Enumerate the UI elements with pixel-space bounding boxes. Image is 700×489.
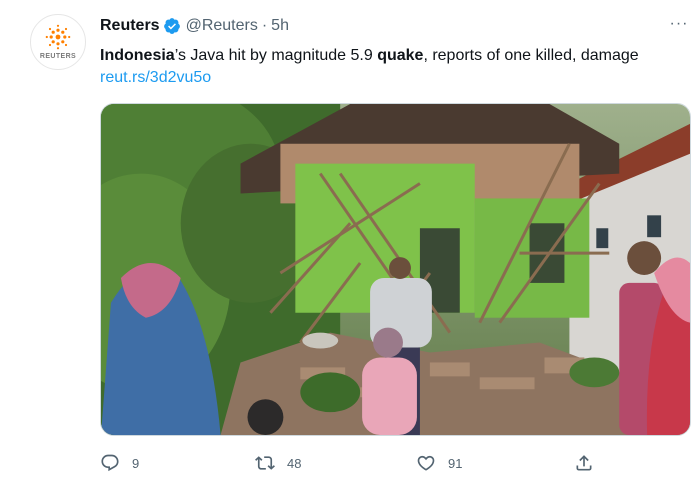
separator-dot: ·	[261, 17, 268, 34]
tweet-text-segment: ’s Java hit by magnitude 5.9	[174, 47, 378, 64]
keyword-quake: quake	[377, 47, 424, 64]
tweet-time[interactable]: 5h	[271, 17, 289, 35]
account-name[interactable]: Reuters	[100, 17, 160, 35]
tweet-card[interactable]: REUTERS Reuters @Reuters · 5h ··· Indone…	[0, 0, 700, 489]
tweet-header: Reuters @Reuters · 5h	[100, 15, 660, 37]
reply-count: 9	[132, 455, 140, 471]
verified-badge-icon	[163, 18, 180, 34]
tweet-text-segment-end: , reports of one killed, damage	[423, 47, 639, 64]
avatar-logo-text: REUTERS	[39, 53, 77, 60]
share-icon	[576, 455, 592, 471]
reuters-logo-icon	[45, 24, 71, 50]
reply-icon	[101, 454, 119, 472]
retweet-count: 48	[287, 455, 302, 471]
tweet-photo[interactable]	[100, 103, 691, 436]
avatar[interactable]: REUTERS	[30, 14, 86, 70]
share-button[interactable]	[574, 450, 594, 476]
tweet-actions: 9 48 91	[100, 450, 660, 476]
hashtag-indonesia: Indonesia	[100, 47, 175, 64]
like-count: 91	[448, 455, 463, 471]
like-button[interactable]: 91	[416, 450, 462, 476]
account-handle[interactable]: @Reuters	[186, 17, 258, 35]
reply-button[interactable]: 9	[100, 450, 139, 476]
heart-icon	[417, 455, 435, 471]
retweet-icon	[255, 456, 275, 470]
tweet-link[interactable]: reut.rs/3d2vu5o	[100, 67, 211, 89]
photo-of-collapsed-house-icon	[101, 104, 690, 435]
tweet-text: Indonesia’s Java hit by magnitude 5.9 qu…	[100, 45, 695, 67]
retweet-button[interactable]: 48	[255, 450, 301, 476]
more-options-icon[interactable]: ···	[667, 14, 691, 34]
